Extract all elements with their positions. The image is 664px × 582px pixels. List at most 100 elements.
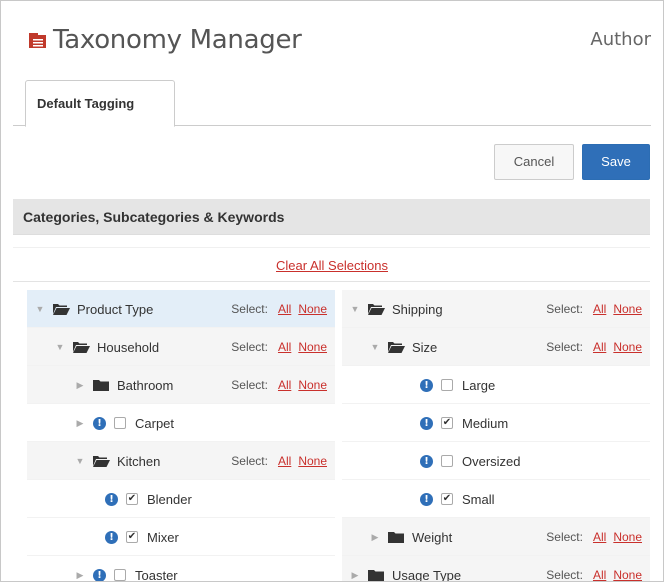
tree-item-label: Mixer (147, 529, 179, 545)
select-all-link[interactable]: All (278, 340, 291, 354)
select-all-none: Select: All None (546, 328, 642, 366)
select-label: Select: (546, 340, 583, 354)
checkbox[interactable]: ✔ (441, 493, 453, 505)
select-all-none: Select: All None (546, 518, 642, 556)
clear-all-selections-link[interactable]: Clear All Selections (276, 258, 388, 273)
tree-row[interactable]: ! Large (342, 366, 650, 404)
select-all-link[interactable]: All (593, 568, 606, 581)
tree-row[interactable]: ! ✔ Small (342, 480, 650, 518)
select-none-link[interactable]: None (298, 302, 327, 316)
caret-down-icon[interactable]: ▼ (348, 304, 362, 314)
tree-item-label: Size (412, 339, 438, 355)
select-all-link[interactable]: All (593, 302, 606, 316)
caret-down-icon[interactable]: ▼ (53, 342, 67, 352)
tree-row-content: ! ✔ Medium (420, 404, 508, 442)
info-icon[interactable]: ! (105, 492, 118, 506)
info-icon[interactable]: ! (420, 378, 433, 392)
tree-row[interactable]: ! ✔ Blender (27, 480, 335, 518)
tree-item-label: Kitchen (117, 453, 161, 469)
select-label: Select: (546, 302, 583, 316)
tree-row[interactable]: ▶ Weight Select: All None (342, 518, 650, 556)
clear-all-container: Clear All Selections (1, 258, 663, 273)
tree-row[interactable]: ▼ Household Select: All None (27, 328, 335, 366)
select-label: Select: (231, 302, 268, 316)
info-icon[interactable]: ! (93, 416, 106, 430)
tree-column-left: ▼ Product Type Select: All None ▼ Household Sel… (27, 290, 335, 581)
select-none-link[interactable]: None (613, 530, 642, 544)
select-all-link[interactable]: All (278, 302, 291, 316)
select-all-none: Select: All None (231, 290, 327, 328)
tree-item-label: Large (462, 377, 496, 393)
caret-down-icon[interactable]: ▼ (368, 342, 382, 352)
tree-row[interactable]: ▶! Toaster (27, 556, 335, 581)
select-none-link[interactable]: None (613, 302, 642, 316)
caret-right-icon[interactable]: ▶ (73, 380, 87, 391)
tree-row[interactable]: ▼ Kitchen Select: All None (27, 442, 335, 480)
tree-item-label: Product Type (77, 301, 154, 317)
tree-item-label: Blender (147, 491, 192, 507)
select-all-link[interactable]: All (593, 530, 606, 544)
save-button[interactable]: Save (582, 144, 650, 180)
app-header: Taxonomy Manager Author (1, 1, 663, 81)
tree-row[interactable]: ▼ Size Select: All None (342, 328, 650, 366)
folder-icon (93, 379, 110, 391)
caret-down-icon[interactable]: ▼ (73, 456, 87, 466)
tree-column-right: ▼ Shipping Select: All None ▼ Size Select: All No… (342, 290, 650, 582)
select-all-link[interactable]: All (278, 378, 291, 392)
select-label: Select: (231, 378, 268, 392)
info-icon[interactable]: ! (420, 416, 433, 430)
select-none-link[interactable]: None (298, 340, 327, 354)
tree-row[interactable]: ! Oversized (342, 442, 650, 480)
tree-row[interactable]: ▼ Product Type Select: All None (27, 290, 335, 328)
tree-item-label: Household (97, 339, 160, 355)
tree-row[interactable]: ▶ Usage Type Select: All None (342, 556, 650, 582)
caret-right-icon[interactable]: ▶ (73, 570, 87, 581)
tree-item-label: Carpet (135, 415, 175, 431)
select-all-link[interactable]: All (278, 454, 291, 468)
tree-row-content: ▶ Usage Type (348, 556, 462, 582)
info-icon[interactable]: ! (105, 530, 118, 544)
caret-right-icon[interactable]: ▶ (368, 532, 382, 543)
tree-row-content: ! ✔ Small (420, 480, 495, 518)
tree-item-label: Usage Type (392, 567, 462, 582)
select-all-none: Select: All None (546, 290, 642, 328)
checkbox[interactable]: ✔ (126, 531, 138, 543)
select-none-link[interactable]: None (298, 378, 327, 392)
info-icon[interactable]: ! (420, 492, 433, 506)
tree-item-label: Small (462, 491, 495, 507)
tab-default-tagging[interactable]: Default Tagging (25, 80, 175, 127)
tree-row-content: ▼ Kitchen (73, 442, 161, 480)
info-icon[interactable]: ! (93, 568, 106, 581)
folder-open-icon (388, 341, 405, 353)
app-title: Taxonomy Manager (53, 25, 302, 55)
select-none-link[interactable]: None (298, 454, 327, 468)
checkbox[interactable] (114, 417, 126, 429)
tree-row-content: ! Oversized (420, 442, 521, 480)
info-icon[interactable]: ! (420, 454, 433, 468)
tree-item-label: Shipping (392, 301, 443, 317)
caret-right-icon[interactable]: ▶ (348, 570, 362, 581)
tree-row-content: ▶! Toaster (73, 556, 178, 581)
tree-item-label: Weight (412, 529, 453, 545)
user-role-label[interactable]: Author (590, 29, 651, 50)
tree-row[interactable]: ! ✔ Medium (342, 404, 650, 442)
tree-row-content: ▶ Bathroom (73, 366, 174, 404)
checkbox[interactable] (114, 569, 126, 581)
checkbox[interactable] (441, 379, 453, 391)
checkbox[interactable]: ✔ (126, 493, 138, 505)
select-none-link[interactable]: None (613, 568, 642, 581)
caret-down-icon[interactable]: ▼ (33, 304, 47, 314)
caret-right-icon[interactable]: ▶ (73, 418, 87, 429)
tree-row[interactable]: ▶ Bathroom Select: All None (27, 366, 335, 404)
app-window: Taxonomy Manager Author Default Tagging … (0, 0, 664, 582)
checkbox[interactable] (441, 455, 453, 467)
select-none-link[interactable]: None (613, 340, 642, 354)
select-all-none: Select: All None (231, 366, 327, 404)
tree-row[interactable]: ▶! Carpet (27, 404, 335, 442)
tree-row[interactable]: ▼ Shipping Select: All None (342, 290, 650, 328)
tree-item-label: Oversized (462, 453, 521, 469)
checkbox[interactable]: ✔ (441, 417, 453, 429)
select-all-link[interactable]: All (593, 340, 606, 354)
tree-row[interactable]: ! ✔ Mixer (27, 518, 335, 556)
cancel-button[interactable]: Cancel (494, 144, 574, 180)
